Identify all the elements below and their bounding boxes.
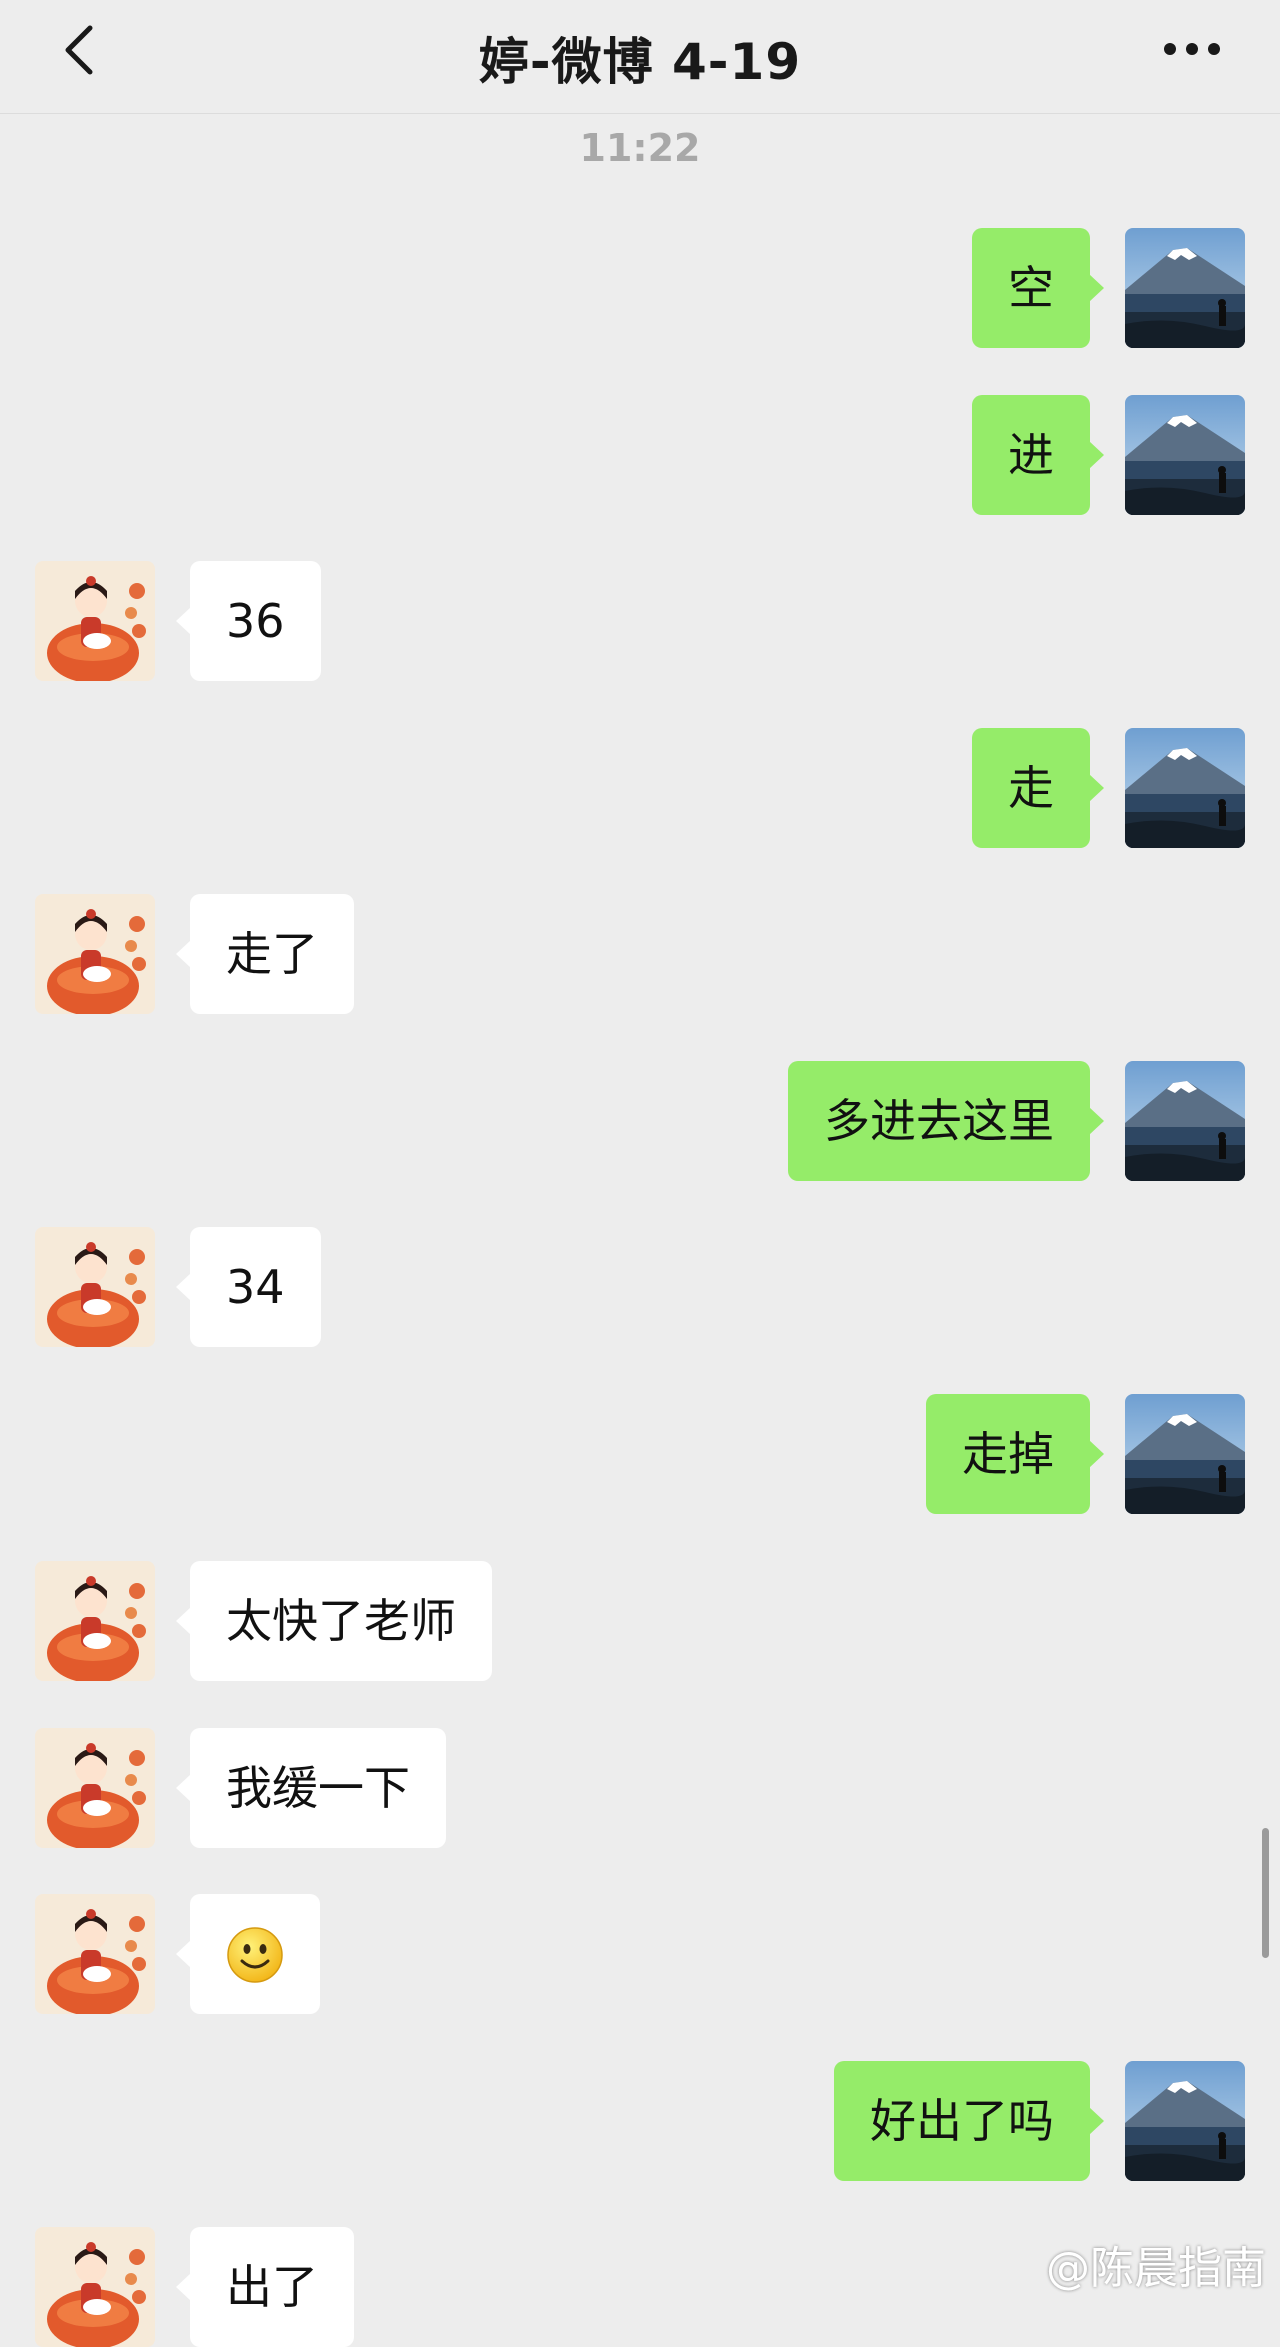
avatar-contact[interactable] <box>35 1227 155 1347</box>
chat-title: 婷-微博 4-19 <box>478 33 802 91</box>
message-bubble[interactable]: 34 <box>176 1227 321 1347</box>
message-row-outgoing: 走掉 <box>0 1394 1280 1514</box>
scrollbar[interactable] <box>1262 1828 1269 1958</box>
girl-illustration-avatar-image <box>35 1227 155 1347</box>
message-bubble[interactable]: 走了 <box>176 894 354 1014</box>
message-bubble[interactable]: 36 <box>176 561 321 681</box>
avatar-self[interactable] <box>1125 395 1245 515</box>
message-row-outgoing: 走 <box>0 728 1280 848</box>
message-row-outgoing: 进 <box>0 395 1280 515</box>
message-row-outgoing: 多进去这里 <box>0 1061 1280 1181</box>
message-row-incoming: 走了 <box>0 894 1280 1014</box>
landscape-avatar-image <box>1125 1394 1245 1514</box>
message-row-incoming: 36 <box>0 561 1280 681</box>
message-bubble[interactable]: 多进去这里 <box>788 1061 1104 1181</box>
message-row-outgoing: 好出了吗 <box>0 2061 1280 2181</box>
avatar-self[interactable] <box>1125 2061 1245 2181</box>
more-button[interactable] <box>1156 36 1228 62</box>
message-bubble[interactable]: 好出了吗 <box>834 2061 1104 2181</box>
avatar-contact[interactable] <box>35 2227 155 2347</box>
girl-illustration-avatar-image <box>35 2227 155 2347</box>
avatar-contact[interactable] <box>35 1894 155 2014</box>
landscape-avatar-image <box>1125 228 1245 348</box>
message-bubble[interactable]: 出了 <box>176 2227 354 2347</box>
avatar-contact[interactable] <box>35 894 155 1014</box>
watermark-text: @陈晨指南 <box>1046 2243 1266 2294</box>
landscape-avatar-image <box>1125 2061 1245 2181</box>
landscape-avatar-image <box>1125 395 1245 515</box>
girl-illustration-avatar-image <box>35 1728 155 1848</box>
message-timestamp: 11:22 <box>579 126 701 170</box>
landscape-avatar-image <box>1125 728 1245 848</box>
avatar-self[interactable] <box>1125 1061 1245 1181</box>
message-row-outgoing: 空 <box>0 228 1280 348</box>
message-row-incoming: 34 <box>0 1227 1280 1347</box>
message-row-incoming: 我缓一下 <box>0 1728 1280 1848</box>
smiley-emoji-icon <box>227 1926 283 1983</box>
avatar-contact[interactable] <box>35 1561 155 1681</box>
avatar-self[interactable] <box>1125 1394 1245 1514</box>
avatar-self[interactable] <box>1125 728 1245 848</box>
message-row-incoming: 太快了老师 <box>0 1561 1280 1681</box>
girl-illustration-avatar-image <box>35 894 155 1014</box>
message-bubble[interactable]: 空 <box>972 228 1104 348</box>
avatar-self[interactable] <box>1125 228 1245 348</box>
message-bubble[interactable]: 我缓一下 <box>176 1728 446 1848</box>
message-row-incoming <box>0 1894 1280 2014</box>
girl-illustration-avatar-image <box>35 1561 155 1681</box>
avatar-contact[interactable] <box>35 1728 155 1848</box>
message-bubble-emoji[interactable] <box>176 1894 320 2014</box>
chat-header: 婷-微博 4-19 <box>0 0 1280 114</box>
message-bubble[interactable]: 走 <box>972 728 1104 848</box>
avatar-contact[interactable] <box>35 561 155 681</box>
message-bubble[interactable]: 太快了老师 <box>176 1561 492 1681</box>
message-bubble[interactable]: 进 <box>972 395 1104 515</box>
landscape-avatar-image <box>1125 1061 1245 1181</box>
more-dots-icon <box>1164 43 1220 55</box>
girl-illustration-avatar-image <box>35 1894 155 2014</box>
girl-illustration-avatar-image <box>35 561 155 681</box>
message-bubble[interactable]: 走掉 <box>926 1394 1104 1514</box>
